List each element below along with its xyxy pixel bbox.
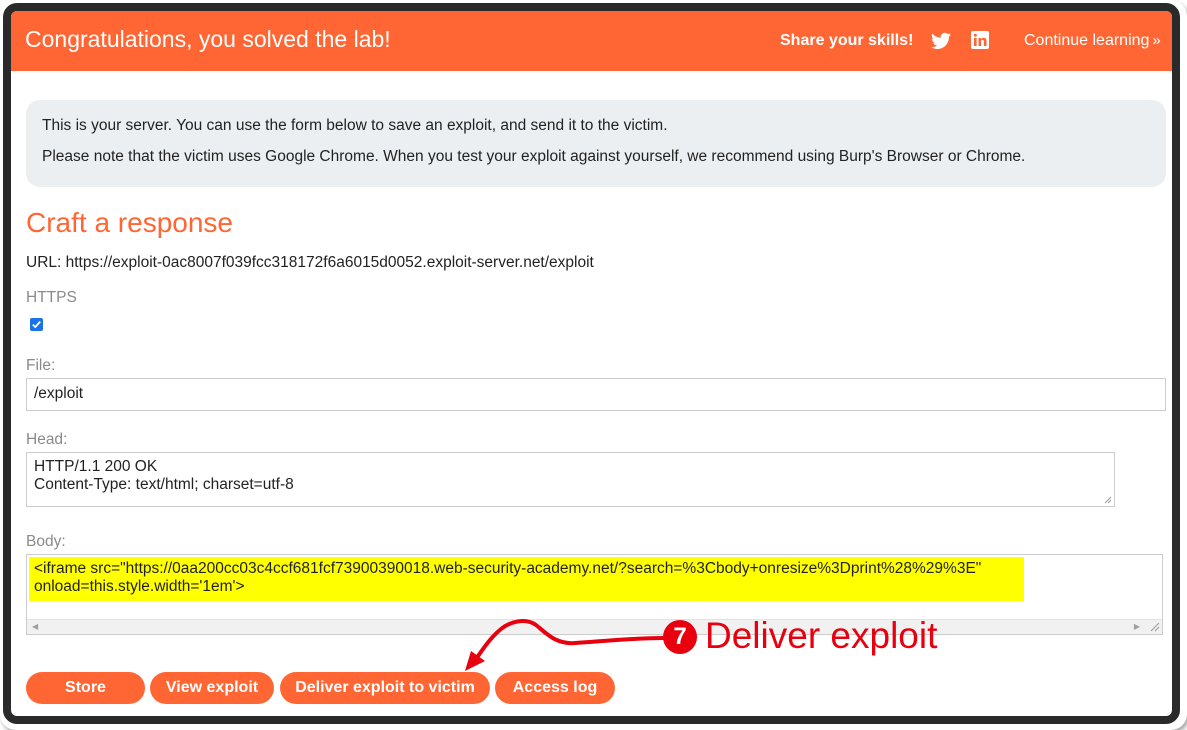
continue-learning-link[interactable]: Continue learning»: [1024, 32, 1161, 50]
head-label: Head:: [26, 431, 68, 448]
annotation-step-number: 7: [663, 620, 697, 654]
view-exploit-button[interactable]: View exploit: [150, 672, 274, 704]
share-skills-label: Share your skills!: [780, 32, 914, 49]
twitter-icon[interactable]: [931, 32, 951, 50]
resize-grip-icon[interactable]: [1150, 622, 1160, 632]
file-input[interactable]: /exploit: [26, 378, 1166, 411]
resize-grip-icon[interactable]: [1104, 496, 1112, 504]
https-checkbox[interactable]: [30, 318, 43, 331]
body-line-2: onload=this.style.width='1em'>: [34, 578, 245, 595]
checkbox-check-icon: [32, 320, 41, 329]
body-content: <iframe src="https://0aa200cc03c4ccf681f…: [34, 560, 981, 596]
annotation-arrow: [465, 619, 665, 671]
head-line-1: HTTP/1.1 200 OK: [34, 458, 158, 475]
browser-frame: Congratulations, you solved the lab! Sha…: [3, 3, 1180, 724]
banner-title: Congratulations, you solved the lab!: [25, 26, 391, 52]
exploit-url: URL: https://exploit-0ac8007f039fcc31817…: [26, 254, 594, 271]
file-label: File:: [26, 357, 56, 374]
scroll-left-arrow-icon[interactable]: ◀: [32, 622, 38, 631]
notice-line-2: Please note that the victim uses Google …: [42, 148, 1026, 165]
continue-learning-label: Continue learning: [1024, 32, 1150, 49]
store-button[interactable]: Store: [26, 672, 145, 704]
annotation-label: Deliver exploit: [705, 615, 938, 656]
deliver-exploit-button[interactable]: Deliver exploit to victim: [280, 672, 490, 704]
body-label: Body:: [26, 533, 66, 550]
linkedin-icon[interactable]: [971, 31, 989, 49]
head-textarea[interactable]: HTTP/1.1 200 OK Content-Type: text/html;…: [26, 452, 1115, 507]
chevron-double-right-icon: »: [1152, 32, 1161, 49]
scroll-right-arrow-icon[interactable]: ▶: [1134, 622, 1140, 631]
body-line-1: <iframe src="https://0aa200cc03c4ccf681f…: [34, 560, 982, 577]
https-label: HTTPS: [26, 289, 77, 306]
access-log-button[interactable]: Access log: [495, 672, 615, 704]
server-notice: This is your server. You can use the for…: [26, 100, 1166, 187]
head-line-2: Content-Type: text/html; charset=utf-8: [34, 476, 294, 493]
page-title: Craft a response: [26, 207, 233, 238]
notice-line-1: This is your server. You can use the for…: [42, 117, 668, 134]
solved-banner: Congratulations, you solved the lab! Sha…: [11, 11, 1172, 71]
